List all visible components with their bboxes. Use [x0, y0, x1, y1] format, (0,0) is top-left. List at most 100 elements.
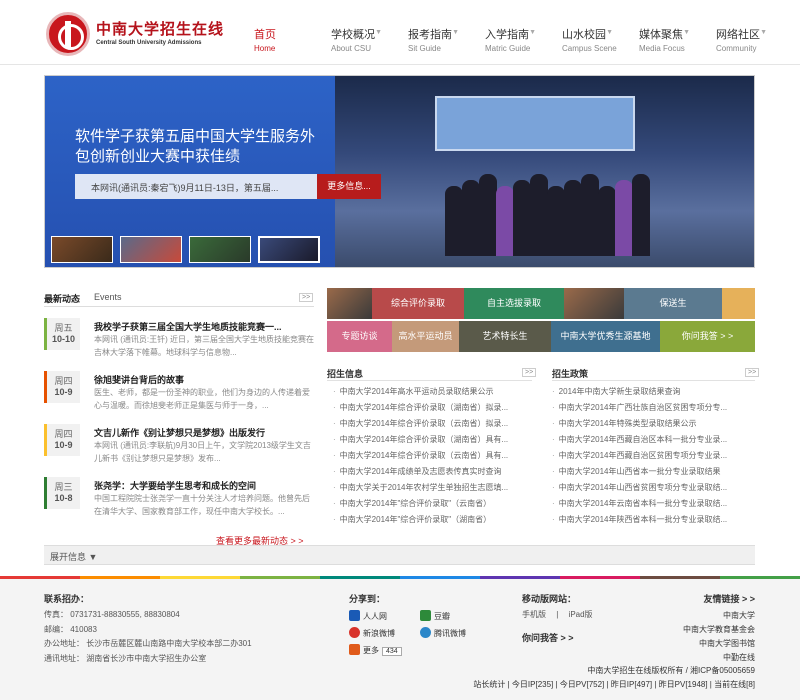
site-header: 中南大学招生在线 Central South University Admiss… [0, 0, 800, 65]
list-item[interactable]: 中南大学2014年"综合评价录取"（湖南省） [333, 514, 528, 530]
photo-tile[interactable] [564, 288, 624, 319]
share-more[interactable]: 更多 434 [349, 644, 402, 656]
list-item[interactable]: 中南大学2014年高水平运动员录取结果公示 [333, 386, 528, 402]
chevron-down-icon: ▼ [683, 29, 690, 36]
admissions-info-more[interactable]: >> [522, 368, 537, 377]
banner-thumb[interactable] [189, 236, 251, 263]
friend-link[interactable]: 中勤在线 [723, 652, 755, 663]
list-item[interactable]: 中南大学2014年广西壮族自治区贫困专项分专... [552, 402, 746, 418]
chevron-down-icon: ▼ [760, 29, 767, 36]
list-item[interactable]: 2014年中南大学新生录取结果查询 [552, 386, 746, 402]
nav-label: 首页 [254, 29, 276, 41]
news-more-arrow[interactable]: >> [299, 293, 314, 302]
banner-thumb[interactable] [51, 236, 113, 263]
nav-item-community[interactable]: 网络社区 Community ▼ [708, 26, 785, 56]
qa-link[interactable]: 你问我答 > > [522, 631, 574, 644]
mobile-version-link[interactable]: 手机版 [522, 610, 546, 619]
list-item[interactable]: 中南大学2014年西藏自治区贫困专项分专业录... [552, 450, 746, 466]
news-title[interactable]: 张尧学：大学要给学生思考和成长的空间 [94, 479, 256, 492]
friend-link[interactable]: 中南大学教育基金会 [683, 624, 755, 635]
admissions-policy-more[interactable]: >> [745, 368, 760, 377]
share-tencent-weibo[interactable]: 腾讯微博 [420, 627, 466, 639]
expand-bar[interactable]: 展开信息 ▼ [44, 545, 755, 565]
nav-item-about-csu[interactable]: 学校概况 About CSU ▼ [323, 26, 400, 56]
list-item[interactable]: 中南大学2014年特殊类型录取结果公示 [552, 418, 746, 434]
banner-thumb-selected[interactable] [258, 236, 320, 263]
news-date-badge: 周四 10-9 [44, 371, 80, 403]
friend-link[interactable]: 中南大学 [723, 610, 755, 621]
tile-2[interactable]: 自主选拔录取 [464, 288, 564, 319]
list-item[interactable]: 中南大学2014年云南省本科一批分专业录取结... [552, 498, 746, 514]
contact-office-address: 办公地址： 长沙市岳麓区麓山南路中南大学校本部二办301 [44, 639, 252, 648]
tile-8[interactable]: 艺术特长生 [459, 321, 551, 352]
nav-label: 媒体聚焦 [639, 29, 683, 41]
list-item[interactable]: 中南大学2014年综合评价录取（湖南省）拟录... [333, 402, 528, 418]
divider [44, 306, 314, 307]
friend-links-heading[interactable]: 友情链接 > > [703, 592, 755, 605]
news-item[interactable]: 周三 10-8 张尧学：大学要给学生思考和成长的空间 中国工程院院士张尧学一直十分关注… [44, 477, 314, 530]
list-item[interactable]: 中南大学关于2014年农村学生单独招生志愿填... [333, 482, 528, 498]
chevron-down-icon: ▼ [375, 29, 382, 36]
share-douban[interactable]: 豆瓣 [420, 610, 450, 622]
nav-item-matric-guide[interactable]: 入学指南 Matric Guide ▼ [477, 26, 554, 56]
nav-sublabel: Community [716, 44, 757, 53]
tile-10[interactable]: 你问我答 > > [660, 321, 755, 352]
nav-item-campus-scene[interactable]: 山水校园 Campus Scene ▼ [554, 26, 631, 56]
news-item[interactable]: 周五 10-10 我校学子获第三届全国大学生地质技能竞赛一... 本网讯 (通讯员:王… [44, 318, 314, 371]
list-item[interactable]: 中南大学2014年陕西省本科一批分专业录取结... [552, 514, 746, 530]
news-item[interactable]: 周四 10-9 徐旭斐讲台背后的故事医生、老师，都是一份圣神的职业，他们为身边的人传… [44, 371, 314, 424]
list-item[interactable]: 中南大学2014年成绩单及志愿表传真实时查询 [333, 466, 528, 482]
tencent-weibo-icon [420, 627, 431, 638]
site-title[interactable]: 中南大学招生在线 [96, 18, 224, 39]
news-title[interactable]: 徐旭斐讲台背后的故事 [94, 373, 184, 386]
list-item[interactable]: 中南大学2014年"综合评价录取"（云南省） [333, 498, 528, 514]
list-item[interactable]: 中南大学2014年综合评价录取（云南省）拟录... [333, 418, 528, 434]
share-sina-weibo[interactable]: 新浪微博 [349, 627, 395, 639]
admissions-policy-heading[interactable]: 招生政策 [552, 367, 588, 380]
banner-more-button[interactable]: 更多信息... [317, 174, 381, 199]
person-figure [547, 186, 565, 256]
nav-item-media-focus[interactable]: 媒体聚焦 Media Focus ▼ [631, 26, 708, 56]
list-item[interactable]: 中南大学2014年综合评价录取（湖南省）具有... [333, 434, 528, 450]
friend-link[interactable]: 中南大学图书馆 [699, 638, 755, 649]
news-excerpt: 医生、老师，都是一份圣神的职业，他们为身边的人传递着爱心与温暖。而徐旭斐老师正是… [94, 388, 310, 410]
list-item[interactable]: 中南大学2014年山西省本一批分专业录取结果 [552, 466, 746, 482]
news-excerpt: 本网讯 (通讯员:王钎) 近日，第三届全国大学生地质技能竞赛在吉林大学落下帷幕。… [94, 335, 314, 357]
news-title[interactable]: 文吉儿新作《别让梦想只是梦想》出版发行 [94, 426, 265, 439]
banner-photo[interactable] [335, 76, 754, 267]
ipad-version-link[interactable]: iPad版 [569, 610, 593, 619]
nav-item-sit-guide[interactable]: 报考指南 Sit Guide ▼ [400, 26, 477, 56]
tile-4[interactable]: 保送生 [624, 288, 722, 319]
tile-9[interactable]: 中南大学优秀生源基地 [551, 321, 660, 352]
news-item[interactable]: 周四 10-9 文吉儿新作《别让梦想只是梦想》出版发行 本网讯 (通讯员:李联航)9月… [44, 424, 314, 477]
list-item[interactable]: 中南大学2014年综合评价录取（云南省）具有... [333, 450, 528, 466]
university-logo-icon[interactable] [46, 12, 90, 56]
news-title[interactable]: 我校学子获第三届全国大学生地质技能竞赛一... [94, 320, 282, 333]
chevron-down-icon: ▼ [529, 29, 536, 36]
banner-thumb[interactable] [120, 236, 182, 263]
renren-icon [349, 610, 360, 621]
admissions-info-heading[interactable]: 招生信息 [327, 367, 363, 380]
list-item[interactable]: 中南大学2014年山西省贫困专项分专业录取结... [552, 482, 746, 498]
share-label: 新浪微博 [363, 629, 395, 638]
expand-label[interactable]: 展开信息 ▼ [50, 550, 97, 563]
tile-7[interactable]: 高水平运动员 [392, 321, 459, 352]
admissions-info-list: 中南大学2014年高水平运动员录取结果公示中南大学2014年综合评价录取（湖南省… [333, 386, 528, 530]
tile-1[interactable]: 综合评价录取 [372, 288, 464, 319]
tile-6[interactable]: 专题访谈 [327, 321, 392, 352]
person-figure [513, 180, 531, 256]
photo-tile[interactable] [722, 288, 755, 319]
tab-events[interactable]: Events [94, 292, 122, 302]
photo-tile[interactable] [327, 288, 372, 319]
news-date-badge: 周五 10-10 [44, 318, 80, 350]
banner-heading[interactable]: 软件学子获第五届中国大学生服务外包创新创业大赛中获佳绩 [75, 127, 320, 167]
share-renren[interactable]: 人人网 [349, 610, 387, 622]
site-stats: 站长统计 | 今日IP[235] | 今日PV[752] | 昨日IP[497]… [473, 680, 755, 689]
nav-item-home[interactable]: 首页 Home [246, 26, 323, 56]
list-item[interactable]: 中南大学2014年西藏自治区本科一批分专业录... [552, 434, 746, 450]
tab-latest-news[interactable]: 最新动态 [44, 292, 80, 305]
person-figure [564, 180, 582, 256]
chevron-down-icon: ▼ [452, 29, 459, 36]
featured-banner[interactable]: 软件学子获第五届中国大学生服务外包创新创业大赛中获佳绩 本网讯(通讯员:秦宕飞)… [44, 75, 755, 268]
banner-desc: 本网讯(通讯员:秦宕飞)9月11日-13日，第五届... [91, 183, 279, 193]
